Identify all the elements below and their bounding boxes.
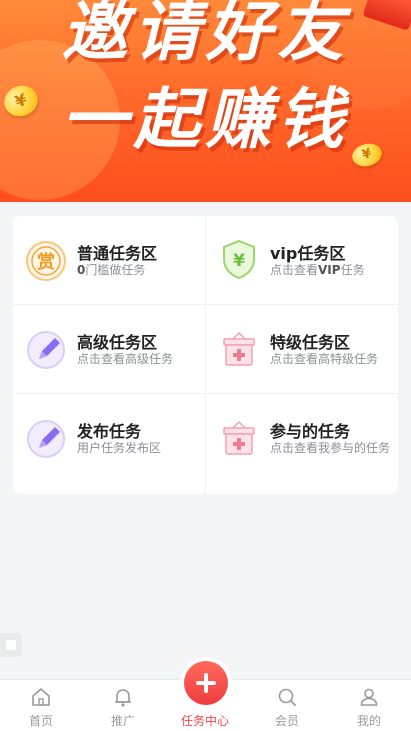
reward-badge-icon: 赏 — [26, 241, 66, 281]
reward-glyph: 赏 — [37, 251, 55, 273]
medical-box-icon — [223, 331, 255, 366]
task-title: 高级任务区 — [77, 333, 158, 352]
task-item-advanced[interactable]: 高级任务区 点击查看高级任务 — [13, 305, 205, 397]
floating-side-button[interactable] — [0, 633, 22, 657]
svg-text:¥: ¥ — [233, 251, 245, 271]
task-title: 特级任务区 — [270, 333, 351, 352]
task-item-special[interactable]: 特级任务区 点击查看高特级任务 — [206, 305, 398, 397]
task-subtitle-text: 门槛做任务 — [85, 263, 146, 277]
pen-icon — [27, 420, 65, 458]
medical-box-icon — [223, 420, 255, 455]
task-subtitle: 用户任务发布区 — [77, 441, 162, 455]
task-item-publish[interactable]: 发布任务 用户任务发布区 — [13, 394, 205, 486]
task-subtitle: 点击查看高特级任务 — [270, 352, 379, 366]
tab-home[interactable]: 首页 — [0, 680, 82, 731]
tab-label: 会员 — [274, 714, 299, 728]
yuan-shield-icon: ¥ — [223, 239, 255, 280]
task-subtitle: 点击查看高级任务 — [77, 352, 174, 366]
tab-label: 首页 — [28, 714, 53, 728]
banner-headline-2: 一起赚钱 — [61, 81, 350, 158]
tab-label: 任务中心 — [180, 714, 229, 728]
bell-icon — [115, 689, 131, 707]
home-icon — [32, 688, 50, 706]
task-subtitle: 0门槛做任务 — [77, 263, 199, 278]
task-item-vip[interactable]: ¥ vip任务区 点击查看VIP任务 — [206, 216, 398, 308]
task-item-joined[interactable]: 参与的任务 点击查看我参与的任务 — [206, 394, 398, 494]
promo-banner[interactable]: 邀请好友 一起赚钱 ¥ ¥ — [0, 0, 411, 202]
square-icon — [6, 640, 16, 650]
task-title: 参与的任务 — [270, 422, 351, 441]
tab-label: 我的 — [356, 714, 381, 728]
search-icon — [278, 688, 296, 706]
task-subtitle: 点击查看我参与的任务 — [270, 441, 391, 455]
task-subtitle: 点击查看VIP任务 — [270, 263, 365, 277]
task-grid-card: 赏 普通任务区 0门槛做任务 ¥ vip任务区 点击查看VIP任务 高级任务区 … — [13, 216, 398, 494]
tab-promote[interactable]: 推广 — [82, 680, 164, 731]
task-title: 普通任务区 — [77, 244, 158, 263]
banner-headline-1: 邀请好友 — [61, 0, 350, 70]
tab-label: 推广 — [110, 714, 135, 728]
pen-icon — [27, 331, 65, 369]
task-item-normal[interactable]: 赏 普通任务区 0门槛做任务 — [13, 216, 205, 308]
tab-mine[interactable]: 我的 — [328, 680, 410, 731]
task-title: 发布任务 — [77, 422, 142, 441]
tab-member[interactable]: 会员 — [246, 680, 328, 731]
user-icon — [360, 688, 378, 706]
task-center-plus-button[interactable] — [184, 661, 228, 705]
task-title: vip任务区 — [270, 244, 346, 263]
